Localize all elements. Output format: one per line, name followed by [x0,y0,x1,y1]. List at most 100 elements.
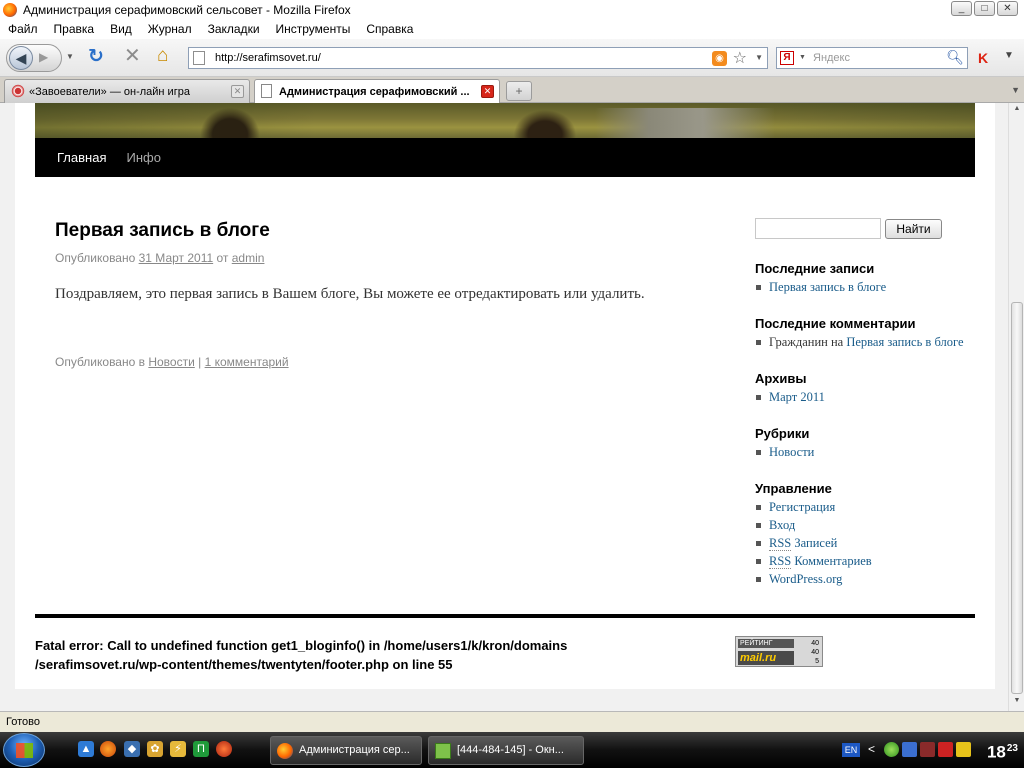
meta-heading: Управление [755,481,832,496]
menu-bookmarks[interactable]: Закладки [208,22,260,36]
list-item: Гражданин на Первая запись в блоге [755,333,975,351]
recent-posts-heading: Последние записи [755,261,875,276]
maximize-button[interactable]: □ [974,1,995,16]
addon-k-icon[interactable]: K [978,50,988,66]
address-text[interactable]: http://serafimsovet.ru/ [215,52,321,64]
nav-link-info[interactable]: Инфо [126,150,160,165]
stop-icon[interactable]: ✕ [124,46,141,66]
sidebar-search-input[interactable] [755,218,881,239]
menu-view[interactable]: Вид [110,22,132,36]
tab-bar: «Завоеватели» — он-лайн игра ✕ Администр… [0,77,1024,104]
firefox-icon [3,2,17,17]
tray-icon[interactable] [884,742,899,757]
category-link[interactable]: Новости [769,445,814,459]
page-wrapper: Главная Инфо Первая запись в блоге Опубл… [15,103,995,689]
quicklaunch-icon[interactable]: ▲ [78,741,94,757]
system-clock[interactable]: 1823 [987,736,1018,766]
fatal-error-message: Fatal error: Call to undefined function … [35,638,568,672]
status-bar: Готово [0,711,1024,732]
rss-comments-link[interactable]: RSS Комментариев [769,554,872,569]
list-item: Новости [755,443,975,461]
history-dropdown-icon[interactable]: ▼ [66,52,74,61]
forward-arrow-icon[interactable]: ▶ [39,50,48,64]
tab-label: Администрация серафимовский ... [279,86,470,98]
site-navigation: Главная Инфо [35,138,975,177]
tab-zavoevateli[interactable]: «Завоеватели» — он-лайн игра ✕ [4,79,250,103]
list-item: WordPress.org [755,570,975,588]
tray-icon[interactable] [920,742,935,757]
search-engine-dropdown-icon[interactable]: ▼ [799,54,806,61]
tab-serafimsovet[interactable]: Администрация серафимовский ... ✕ [254,79,500,104]
tab-label: «Завоеватели» — он-лайн игра [29,85,190,98]
wordpress-link[interactable]: WordPress.org [769,572,842,586]
recent-comment-post-link[interactable]: Первая запись в блоге [846,335,963,349]
categories-list: Новости [755,443,975,461]
nav-link-home[interactable]: Главная [57,150,106,165]
register-link[interactable]: Регистрация [769,500,835,514]
close-tab-icon[interactable]: ✕ [231,85,244,98]
back-arrow-icon[interactable]: ◀ [9,46,33,70]
minimize-button[interactable]: _ [951,1,972,16]
search-input[interactable]: Яндекс [813,52,850,64]
post-category-link[interactable]: Новости [148,355,194,369]
scroll-up-icon[interactable]: ▲ [1011,105,1023,117]
quicklaunch-icon[interactable] [216,741,232,757]
taskbar-chat-window[interactable]: [444-484-145] - Окн... [428,736,584,765]
url-dropdown-icon[interactable]: ▼ [755,53,763,62]
new-tab-button[interactable]: + [506,81,532,101]
taskbar-firefox-window[interactable]: Администрация сер... [270,736,422,765]
page-icon [193,51,205,65]
back-forward-group: ◀ ▶ [6,44,62,72]
quicklaunch-icon[interactable]: ⚡ [170,741,186,757]
quicklaunch-icon[interactable]: ✿ [147,741,163,757]
antivirus-icon[interactable] [938,742,953,757]
scrollbar-thumb[interactable] [1011,302,1023,694]
network-icon[interactable] [902,742,917,757]
yandex-icon[interactable]: Я [780,51,794,65]
tab-list-icon[interactable]: ▼ [1011,85,1020,95]
close-window-button[interactable]: ✕ [997,1,1018,16]
reload-icon[interactable]: ↻ [88,47,104,66]
list-item: Март 2011 [755,388,975,406]
navigation-toolbar: ◀ ▶ ▼ ↻ ✕ ⌂ http://serafimsovet.ru/ ◉ ☆ … [0,39,1024,77]
sidebar-search-button[interactable]: Найти [885,219,942,239]
tray-icon[interactable] [956,742,971,757]
close-tab-icon[interactable]: ✕ [481,85,494,98]
post-title[interactable]: Первая запись в блоге [55,220,270,242]
rss-feed-icon[interactable]: ◉ [712,51,727,66]
list-item: Регистрация [755,498,975,516]
archive-link[interactable]: Март 2011 [769,390,825,404]
start-button[interactable] [3,733,45,767]
page-viewport: Главная Инфо Первая запись в блоге Опубл… [0,103,1008,711]
mailru-rating-counter[interactable]: РЕЙТИНГ mail.ru 40 40 5 [735,636,823,667]
bookmark-star-icon[interactable]: ☆ [733,48,747,68]
search-bar[interactable]: Я ▼ Яндекс 🔍︎ [776,47,968,69]
menu-tools[interactable]: Инструменты [276,22,351,36]
windows-logo-icon [16,743,33,758]
firefox-quicklaunch-icon[interactable] [100,741,116,757]
list-item: RSS Записей [755,534,975,552]
post-author-link[interactable]: admin [232,251,265,265]
login-link[interactable]: Вход [769,518,795,532]
menu-file[interactable]: Файл [8,22,38,36]
archives-list: Март 2011 [755,388,975,406]
rss-posts-link[interactable]: RSS Записей [769,536,837,551]
vertical-scrollbar[interactable]: ▲ ▼ [1008,103,1024,711]
quicklaunch-icon[interactable]: ◆ [124,741,140,757]
home-icon[interactable]: ⌂ [157,46,168,65]
toolbar-overflow-icon[interactable]: ▼ [1004,50,1014,61]
menu-history[interactable]: Журнал [148,22,192,36]
recent-post-link[interactable]: Первая запись в блоге [769,280,886,294]
quicklaunch-icon[interactable]: П [193,741,209,757]
post-comments-link[interactable]: 1 комментарий [205,355,289,369]
post-date-link[interactable]: 31 Март 2011 [139,251,214,265]
meta-list: Регистрация Вход RSS Записей RSS Коммент… [755,498,975,588]
search-icon[interactable]: 🔍︎ [946,49,964,66]
language-indicator[interactable]: EN [842,743,860,757]
address-bar[interactable]: http://serafimsovet.ru/ ◉ ☆ ▼ [188,47,768,69]
scroll-down-icon[interactable]: ▼ [1011,697,1023,709]
recent-posts-list: Первая запись в блоге [755,278,975,296]
show-hidden-icons-icon[interactable]: < [868,742,875,756]
menu-help[interactable]: Справка [366,22,413,36]
menu-edit[interactable]: Правка [54,22,95,36]
